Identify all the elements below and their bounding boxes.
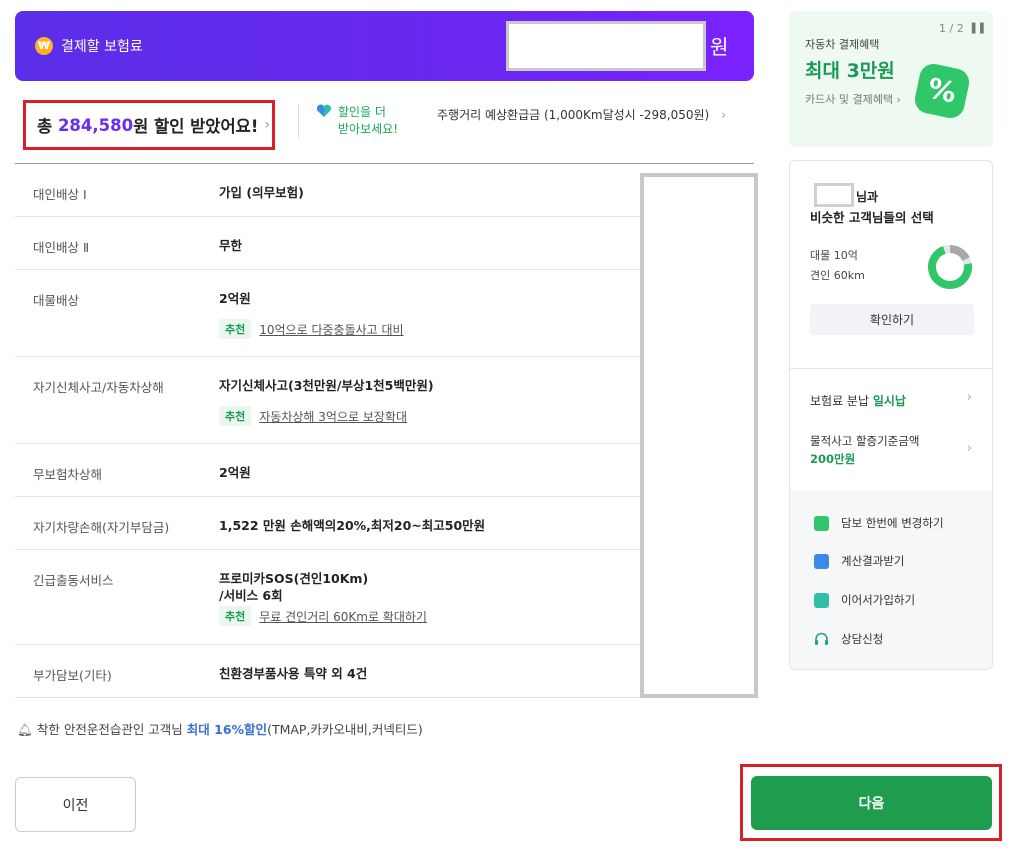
banner-page-indicator: 1 / 2: [939, 22, 964, 35]
coverage-label: 무보험차상해: [33, 467, 103, 482]
discount-amount: 284,580: [57, 115, 134, 135]
coverage-value-line2: /서비스 6회: [219, 588, 283, 603]
total-discount-link[interactable]: 총 284,580 원 할인 받았어요! ›: [23, 100, 275, 150]
redacted-name: [814, 183, 854, 207]
divider: [298, 104, 299, 138]
coverage-row: 대물배상 2억원 추천 10억으로 다중충돌사고 대비: [15, 270, 641, 357]
coverage-row: 부가담보(기타) 친환경부품사용 특약 외 4건: [15, 645, 641, 698]
action-label: 계산결과받기: [841, 554, 905, 568]
action-continue-signup[interactable]: 이어서가입하기: [814, 592, 915, 608]
banner-headline: 최대 3만원: [805, 60, 895, 82]
installment-label: 보험료 분납: [810, 394, 873, 408]
card-subtitle: 비슷한 고객님들의 선택: [810, 210, 934, 225]
redacted-column: [640, 173, 758, 698]
refund-text: 주행거리 예상환급금 (1,000Km달성시 -298,050원): [437, 108, 710, 122]
divider: [790, 368, 992, 369]
recommendation-link[interactable]: 10억으로 다중충돌사고 대비: [259, 321, 403, 338]
prev-button[interactable]: 이전: [15, 777, 136, 832]
recommendation-link[interactable]: 무료 견인거리 60Km로 확대하기: [259, 608, 427, 625]
coverage-value: 무한: [219, 238, 243, 253]
percent-badge-icon: %: [912, 61, 972, 121]
more-discount-line2: 받아보세요!: [338, 122, 399, 136]
safe-driving-notice: 🔔︎ 착한 안전운전습관인 고객님 최대 16%할인(TMAP,카카오내비,커넥…: [17, 719, 423, 738]
download-result-icon: [814, 553, 829, 569]
next-button[interactable]: 다음: [751, 776, 992, 830]
recommend-badge: 추천: [219, 606, 252, 626]
action-change-coverage[interactable]: 담보 한번에 변경하기: [814, 515, 944, 531]
headset-icon: [815, 632, 828, 645]
coverage-value: 1,522 만원 손해액의20%,최저20~최고50만원: [219, 518, 486, 533]
chevron-right-icon: ›: [264, 117, 270, 133]
chevron-right-icon: ›: [966, 390, 972, 405]
stat-property: 대물 10억: [810, 249, 858, 262]
notice-suffix: (TMAP,카카오내비,커넥티드): [267, 722, 423, 737]
coverage-value: 프로미카SOS(견인10Km) /서비스 6회: [219, 570, 368, 604]
discount-suffix: 원 할인 받았어요!: [133, 117, 259, 136]
recommend-badge: 추천: [219, 406, 252, 426]
action-label: 상담신청: [841, 632, 884, 646]
coverage-label: 대인배상 Ⅱ: [33, 240, 90, 255]
recommendation: 추천 자동차상해 3억으로 보장확대: [219, 406, 407, 426]
stat-towing: 견인 60km: [810, 269, 865, 282]
coverage-label: 대물배상: [33, 293, 80, 308]
recommendation-card: 님과 비슷한 고객님들의 선택 대물 10억 견인 60km 확인하기 보험료 …: [789, 160, 993, 670]
coverage-row: 대인배상 Ⅰ 가입 (의무보험): [15, 164, 641, 217]
coverage-value: 친환경부품사용 특약 외 4건: [219, 666, 368, 681]
action-download-result[interactable]: 계산결과받기: [814, 553, 904, 569]
mileage-refund-link[interactable]: 주행거리 예상환급금 (1,000Km달성시 -298,050원) ›: [437, 106, 726, 123]
threshold-row[interactable]: 물적사고 할증기준금액 200만원: [810, 432, 919, 468]
action-label: 담보 한번에 변경하기: [841, 516, 944, 530]
header-title: 결제할 보험료: [61, 39, 143, 55]
coverage-value: 자기신체사고(3천만원/부상1천5백만원): [219, 378, 434, 393]
more-discount-line1: 할인을 더: [338, 105, 386, 119]
pause-icon[interactable]: ❚❚: [969, 21, 986, 34]
customer-name-suffix: 님과: [856, 190, 879, 204]
coverage-label: 대인배상 Ⅰ: [33, 187, 87, 202]
coverage-label: 자기신체사고/자동차상해: [33, 380, 164, 395]
banner-link[interactable]: 카드사 및 결제혜택 ›: [805, 91, 901, 107]
coverage-value: 2억원: [219, 465, 251, 480]
coverage-row: 대인배상 Ⅱ 무한: [15, 217, 641, 270]
change-coverage-icon: [814, 515, 829, 531]
won-coin-icon: ₩: [35, 37, 53, 55]
coverage-label: 자기차량손해(자기부담금): [33, 520, 170, 535]
recommendation: 추천 10억으로 다중충돌사고 대비: [219, 319, 404, 339]
premium-header: ₩ 결제할 보험료 원: [15, 11, 754, 81]
chevron-right-icon: ›: [721, 108, 727, 122]
donut-chart-icon: [928, 245, 972, 289]
amount-suffix: 원: [710, 35, 729, 59]
heart-icon: [316, 104, 332, 117]
chevron-right-icon: ›: [966, 441, 972, 456]
coverage-label: 부가담보(기타): [33, 668, 112, 683]
payment-benefit-banner[interactable]: 1 / 2 ❚❚ 자동차 결제혜택 최대 3만원 카드사 및 결제혜택 › %: [789, 11, 993, 147]
coverage-row: 자기차량손해(자기부담금) 1,522 만원 손해액의20%,최저20~최고50…: [15, 497, 641, 550]
redacted-amount: [506, 21, 706, 71]
next-button-highlight: 다음: [740, 764, 1002, 841]
action-consultation[interactable]: 상담신청: [814, 631, 883, 647]
coverage-row: 무보험차상해 2억원: [15, 444, 641, 497]
coverage-row: 긴급출동서비스 프로미카SOS(견인10Km) /서비스 6회 추천 무료 견인…: [15, 550, 641, 645]
coverage-value: 2억원: [219, 291, 251, 306]
bell-icon: 🔔︎: [17, 722, 33, 737]
notice-prefix: 착한 안전운전습관인 고객님: [36, 722, 187, 737]
coverage-label: 긴급출동서비스: [33, 573, 114, 588]
coverage-row: 자기신체사고/자동차상해 자기신체사고(3천만원/부상1천5백만원) 추천 자동…: [15, 357, 641, 444]
coverage-value: 가입 (의무보험): [219, 185, 304, 200]
threshold-value: 200만원: [810, 452, 856, 466]
coverage-value-line1: 프로미카SOS(견인10Km): [219, 571, 369, 586]
recommendation-link[interactable]: 자동차상해 3억으로 보장확대: [259, 408, 407, 425]
more-discount-link[interactable]: 할인을 더 받아보세요!: [316, 104, 398, 138]
action-label: 이어서가입하기: [841, 593, 916, 607]
banner-line1: 자동차 결제혜택: [805, 38, 880, 51]
continue-signup-icon: [814, 592, 829, 608]
discount-prefix: 총: [37, 117, 53, 136]
threshold-label: 물적사고 할증기준금액: [810, 434, 920, 448]
recommend-badge: 추천: [219, 319, 252, 339]
installment-value: 일시납: [872, 394, 906, 408]
confirm-button[interactable]: 확인하기: [810, 304, 974, 335]
notice-highlight: 최대 16%할인: [186, 722, 268, 737]
action-list: 담보 한번에 변경하기 계산결과받기 이어서가입하기 상담신청: [790, 490, 992, 669]
recommendation: 추천 무료 견인거리 60Km로 확대하기: [219, 606, 427, 626]
installment-row[interactable]: 보험료 분납 일시납: [810, 392, 906, 409]
